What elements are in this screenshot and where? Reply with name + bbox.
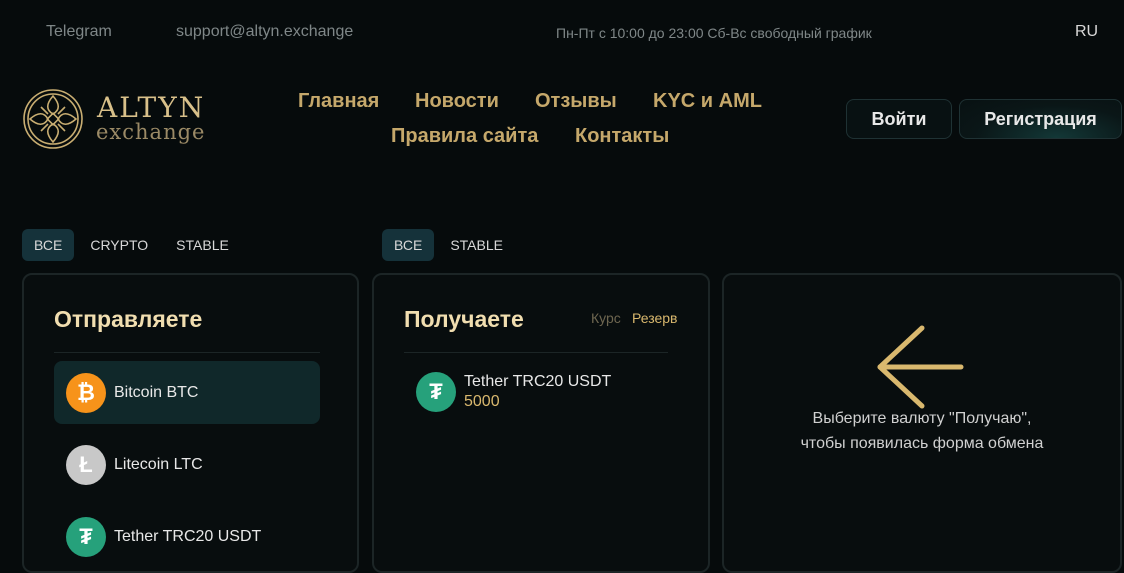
exchange-hint-line1: Выберите валюту "Получаю", (812, 410, 1032, 427)
nav-contacts[interactable]: Контакты (575, 125, 669, 148)
topbar: Telegram support@altyn.exchange Пн-Пт с … (0, 0, 1124, 64)
receive-filter-stable[interactable]: STABLE (438, 229, 515, 261)
receive-filter-tabs: ВСЕ STABLE (382, 229, 515, 261)
bitcoin-icon: ₿ (66, 372, 106, 413)
receive-panel-title: Получаете (404, 306, 524, 332)
exchange-hint-line2: чтобы появилась форма обмена (800, 435, 1044, 452)
register-button[interactable]: Регистрация (959, 99, 1122, 139)
receive-divider (404, 352, 668, 353)
nav-rules[interactable]: Правила сайта (391, 125, 538, 148)
litecoin-icon: Ł (66, 444, 106, 485)
sort-by-reserve[interactable]: Резерв (632, 310, 677, 326)
tether-icon: ₮ (66, 516, 106, 557)
sort-by-rate[interactable]: Курс (591, 310, 621, 326)
telegram-link[interactable]: Telegram (46, 23, 112, 41)
send-item-label: Litecoin LTC (114, 455, 203, 473)
send-divider (54, 352, 320, 353)
brand-subtitle: exchange (96, 120, 206, 144)
send-item-label: Bitcoin BTC (114, 383, 199, 401)
send-filter-crypto[interactable]: CRYPTO (78, 229, 160, 261)
receive-item-usdt[interactable]: ₮ Tether TRC20 USDT 5000 (404, 362, 668, 422)
send-filter-tabs: ВСЕ CRYPTO STABLE (22, 229, 241, 261)
send-item-label: Tether TRC20 USDT (114, 527, 262, 545)
tether-icon: ₮ (416, 372, 456, 412)
send-item-ltc[interactable]: Ł Litecoin LTC (54, 433, 320, 496)
nav-news[interactable]: Новости (415, 90, 499, 113)
receive-item-label: Tether TRC20 USDT (464, 373, 612, 390)
send-panel-title: Отправляете (54, 306, 203, 332)
login-button[interactable]: Войти (846, 99, 952, 139)
receive-item-reserve: 5000 (464, 393, 500, 410)
send-item-btc[interactable]: ₿ Bitcoin BTC (54, 361, 320, 424)
send-filter-stable[interactable]: STABLE (164, 229, 241, 261)
send-item-usdt[interactable]: ₮ Tether TRC20 USDT (54, 505, 320, 568)
working-hours: Пн-Пт с 10:00 до 23:00 Сб-Вс свободный г… (556, 25, 872, 41)
arrow-left-icon (877, 325, 964, 409)
exchange-hint: Выберите валюту "Получаю", чтобы появила… (724, 406, 1120, 456)
support-email-link[interactable]: support@altyn.exchange (176, 23, 353, 41)
altyn-logo-icon[interactable] (22, 88, 84, 150)
nav-reviews[interactable]: Отзывы (535, 90, 617, 113)
language-switch[interactable]: RU (1075, 23, 1098, 41)
nav-home[interactable]: Главная (298, 90, 379, 113)
nav-kyc-aml[interactable]: KYC и AML (653, 90, 762, 113)
send-filter-all[interactable]: ВСЕ (22, 229, 75, 261)
receive-filter-all[interactable]: ВСЕ (382, 229, 435, 261)
